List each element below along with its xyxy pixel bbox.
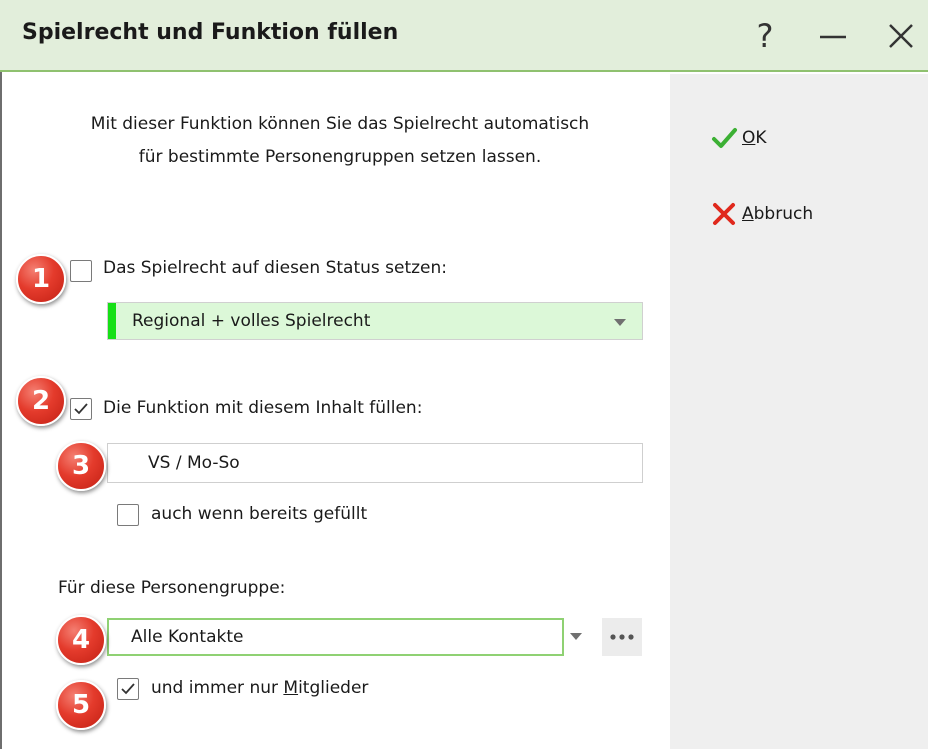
checkmark-icon — [74, 403, 88, 415]
ok-button[interactable]: OK — [710, 124, 767, 152]
members-only-checkbox[interactable] — [117, 678, 139, 700]
chevron-down-icon — [614, 319, 626, 326]
help-button[interactable]: ? — [742, 10, 788, 62]
status-checkbox-label[interactable]: Das Spielrecht auf diesen Status setzen: — [103, 258, 447, 278]
checkmark-icon — [121, 683, 135, 695]
action-side-panel — [670, 74, 928, 749]
minimize-icon — [820, 35, 846, 39]
step-badge-5: 5 — [56, 680, 106, 730]
ok-mnemonic: O — [742, 128, 756, 148]
cancel-button-label: Abbruch — [742, 204, 813, 224]
members-only-label-prefix: und immer nur — [151, 678, 284, 698]
function-checkbox-label[interactable]: Die Funktion mit diesem Inhalt füllen: — [103, 398, 422, 418]
group-select[interactable]: Alle Kontakte — [107, 618, 564, 656]
group-label: Für diese Personengruppe: — [58, 578, 286, 598]
cancel-button[interactable]: Abbruch — [710, 200, 813, 228]
description-text: Mit dieser Funktion können Sie das Spiel… — [90, 114, 590, 167]
members-only-label[interactable]: und immer nur Mitglieder — [151, 678, 368, 698]
group-dropdown-arrow-icon[interactable] — [570, 633, 582, 640]
help-icon: ? — [756, 17, 774, 55]
function-content-input[interactable] — [107, 443, 643, 483]
function-checkbox[interactable] — [70, 398, 92, 420]
title-bar: Spielrecht und Funktion füllen ? — [0, 0, 928, 72]
window-left-border — [0, 72, 2, 749]
members-only-label-rest: itglieder — [298, 678, 369, 698]
also-if-filled-checkbox[interactable] — [117, 504, 139, 526]
members-only-mnemonic: M — [283, 678, 299, 698]
status-select[interactable]: Regional + volles Spielrecht — [107, 302, 643, 340]
ellipsis-icon — [610, 634, 634, 640]
step-badge-4: 4 — [56, 615, 106, 665]
checkmark-icon — [712, 128, 737, 148]
close-button[interactable] — [878, 10, 924, 62]
group-select-value: Alle Kontakte — [131, 627, 244, 647]
status-checkbox[interactable] — [70, 260, 92, 282]
minimize-button[interactable] — [810, 10, 856, 62]
step-badge-1: 1 — [16, 254, 66, 304]
also-if-filled-label[interactable]: auch wenn bereits gefüllt — [151, 504, 367, 524]
status-color-indicator — [108, 303, 116, 339]
cancel-mnemonic: A — [742, 204, 754, 224]
step-badge-2: 2 — [16, 376, 66, 426]
group-browse-button[interactable] — [602, 618, 642, 656]
cross-icon — [713, 203, 735, 225]
ok-label-rest: K — [755, 128, 767, 148]
cancel-label-rest: bbruch — [753, 204, 814, 224]
step-badge-3: 3 — [56, 441, 106, 491]
dialog-window: Spielrecht und Funktion füllen ? Mit die… — [0, 0, 928, 749]
close-icon — [889, 24, 913, 48]
window-title: Spielrecht und Funktion füllen — [22, 20, 399, 45]
status-select-value: Regional + volles Spielrecht — [132, 311, 371, 331]
ok-button-label: OK — [742, 128, 767, 148]
